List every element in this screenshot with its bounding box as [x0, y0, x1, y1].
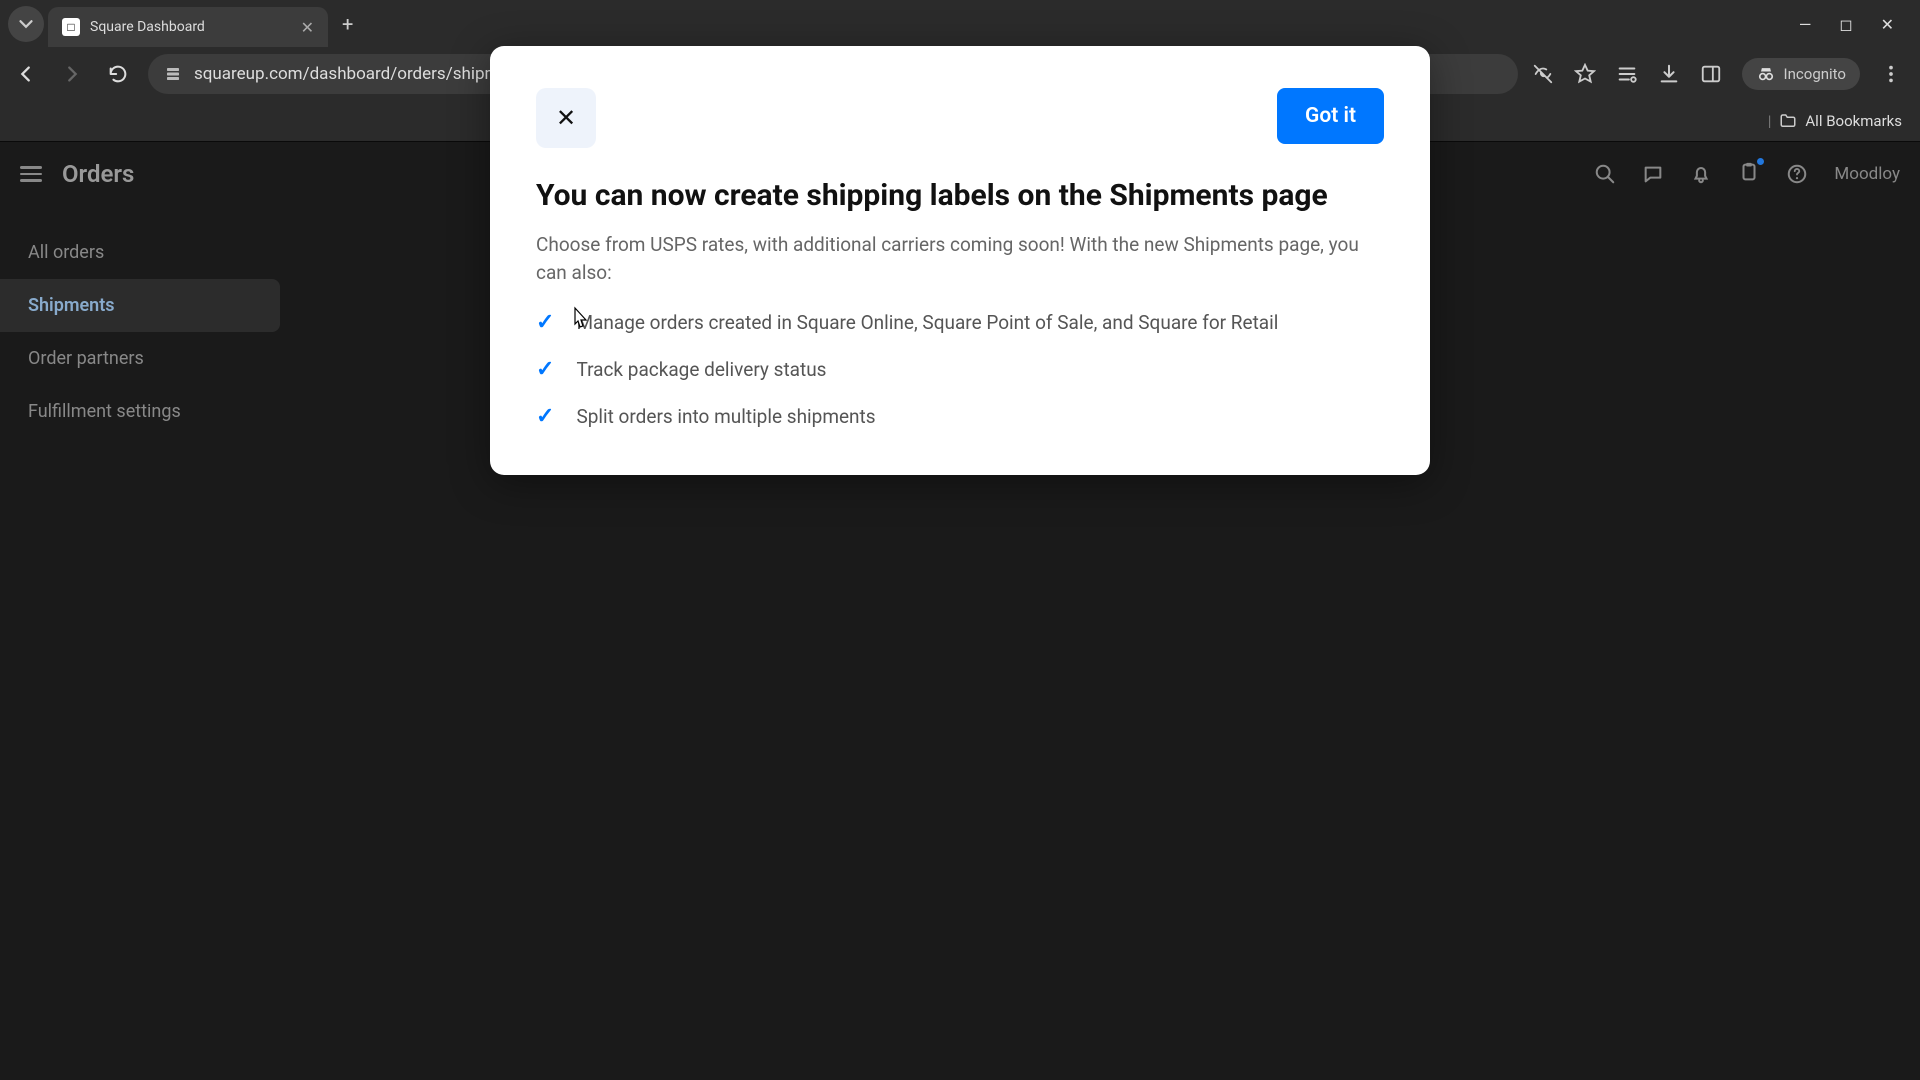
- check-icon: ✓: [536, 357, 554, 382]
- arrow-left-icon: [15, 63, 37, 85]
- arrow-right-icon: [61, 63, 83, 85]
- search-icon[interactable]: [1594, 163, 1616, 185]
- tab-title: Square Dashboard: [90, 19, 291, 35]
- sidebar-item-shipments[interactable]: Shipments: [0, 279, 280, 332]
- tabs-dropdown-button[interactable]: [8, 6, 44, 42]
- minimize-button[interactable]: —: [1799, 15, 1812, 34]
- side-panel-icon[interactable]: [1700, 63, 1722, 85]
- list-item: ✓ Manage orders created in Square Online…: [536, 310, 1384, 335]
- chat-icon[interactable]: [1642, 163, 1664, 185]
- list-item-text: Split orders into multiple shipments: [576, 405, 875, 428]
- list-item: ✓ Split orders into multiple shipments: [536, 404, 1384, 429]
- close-icon: ✕: [556, 104, 576, 132]
- clipboard-icon[interactable]: [1738, 161, 1760, 183]
- incognito-label: Incognito: [1784, 65, 1846, 83]
- modal-title: You can now create shipping labels on th…: [536, 176, 1336, 217]
- tab-close-icon[interactable]: ✕: [301, 18, 314, 37]
- new-tab-button[interactable]: +: [332, 8, 363, 40]
- account-name[interactable]: Moodloy: [1834, 164, 1900, 184]
- window-controls: — ◻ ✕: [1799, 15, 1912, 34]
- kebab-menu-icon[interactable]: [1880, 63, 1902, 85]
- eye-off-icon[interactable]: [1532, 63, 1554, 85]
- star-icon[interactable]: [1574, 63, 1596, 85]
- sidebar-item-fulfillment-settings[interactable]: Fulfillment settings: [0, 385, 280, 438]
- page-title: Orders: [62, 160, 134, 188]
- back-button[interactable]: [10, 58, 42, 90]
- modal-body: Choose from USPS rates, with additional …: [536, 231, 1366, 288]
- modal-benefits-list: ✓ Manage orders created in Square Online…: [536, 310, 1384, 429]
- folder-icon: [1779, 112, 1797, 130]
- browser-tab[interactable]: □ Square Dashboard ✕: [48, 7, 328, 47]
- media-panel-icon[interactable]: [1616, 63, 1638, 85]
- square-favicon: □: [62, 18, 80, 36]
- close-window-button[interactable]: ✕: [1881, 15, 1894, 34]
- check-icon: ✓: [536, 404, 554, 429]
- list-item-text: Manage orders created in Square Online, …: [576, 311, 1278, 334]
- reload-button[interactable]: [102, 58, 134, 90]
- bell-icon[interactable]: [1690, 163, 1712, 185]
- list-item-text: Track package delivery status: [576, 358, 826, 381]
- shipping-labels-modal: ✕ Got it You can now create shipping lab…: [490, 46, 1430, 475]
- site-settings-icon[interactable]: [164, 65, 182, 83]
- incognito-icon: [1756, 64, 1776, 84]
- menu-button[interactable]: [20, 166, 42, 182]
- sidebar-item-order-partners[interactable]: Order partners: [0, 332, 280, 385]
- maximize-button[interactable]: ◻: [1839, 15, 1852, 34]
- help-icon[interactable]: [1786, 163, 1808, 185]
- modal-close-button[interactable]: ✕: [536, 88, 596, 148]
- tab-bar: □ Square Dashboard ✕ + — ◻ ✕: [0, 0, 1920, 48]
- sidebar-item-all-orders[interactable]: All orders: [0, 226, 280, 279]
- downloads-icon[interactable]: [1658, 63, 1680, 85]
- incognito-badge[interactable]: Incognito: [1742, 58, 1860, 90]
- url-actions: Incognito: [1532, 58, 1910, 90]
- check-icon: ✓: [536, 310, 554, 335]
- all-bookmarks-link[interactable]: All Bookmarks: [1805, 112, 1902, 130]
- reload-icon: [107, 63, 129, 85]
- chevron-down-icon: [15, 13, 37, 35]
- forward-button[interactable]: [56, 58, 88, 90]
- got-it-button[interactable]: Got it: [1277, 88, 1384, 144]
- sidebar: All orders Shipments Order partners Fulf…: [0, 206, 280, 458]
- list-item: ✓ Track package delivery status: [536, 357, 1384, 382]
